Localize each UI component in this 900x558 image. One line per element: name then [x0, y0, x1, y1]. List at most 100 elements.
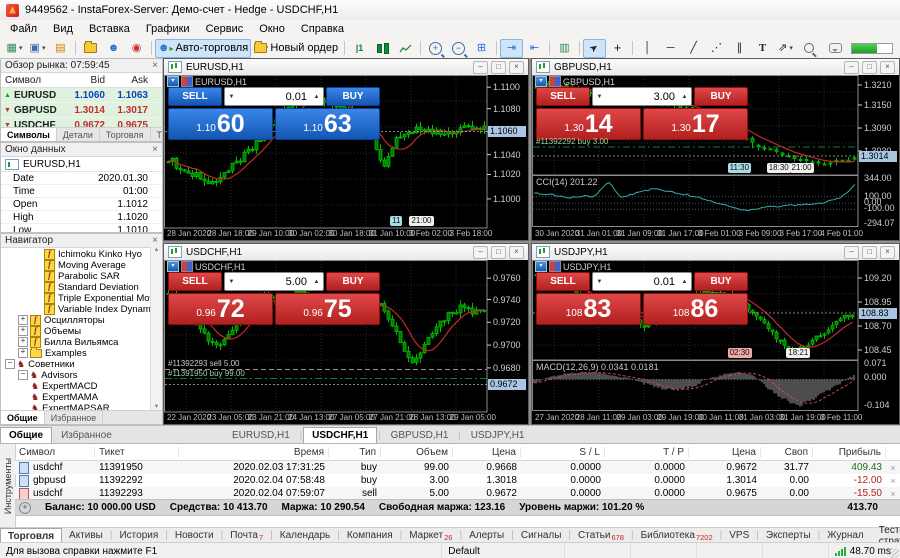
navigator-item-Советники[interactable]: −♞Советники [1, 359, 151, 369]
bottom-tab-Алерты[interactable]: Алерты [462, 528, 511, 543]
buy-button[interactable]: BUY [326, 272, 380, 291]
volume-box[interactable]: ▼0.01▲ [592, 272, 692, 291]
volume-box[interactable]: ▼5.00▲ [224, 272, 324, 291]
volume-down-icon[interactable]: ▼ [225, 279, 238, 285]
menu-item-Файл[interactable]: Файл [2, 22, 45, 36]
profiles[interactable]: ▣▾ [26, 39, 49, 58]
expand-icon[interactable]: + [18, 326, 28, 336]
collapse-icon[interactable]: − [5, 359, 15, 369]
status-profile[interactable]: Default [442, 543, 565, 558]
depth-of-market-icon[interactable] [181, 261, 193, 272]
new-order-button[interactable]: +Новый ордер [251, 39, 341, 58]
bottom-tab-Статьи[interactable]: Статьи678 [571, 528, 631, 543]
column-header-Тикет[interactable]: Тикет [95, 447, 179, 458]
navigator-item-Parabolic SAR[interactable]: fParabolic SAR [1, 271, 151, 281]
column-header-Объем[interactable]: Объем [381, 447, 453, 458]
minimize-button[interactable]: – [473, 61, 488, 74]
channel-tool[interactable]: ∥ [728, 39, 751, 58]
column-header-Символ[interactable]: Символ [15, 447, 95, 458]
bottom-tab-Календарь[interactable]: Календарь [273, 528, 337, 543]
column-header-Цена[interactable]: Цена [453, 447, 521, 458]
minimize-button[interactable]: – [844, 246, 859, 259]
order-row-11391950[interactable]: usdchf113919502020.02.03 17:31:25buy99.0… [15, 461, 900, 474]
chart-shift[interactable]: ⇤ [523, 39, 546, 58]
crosshair-tool[interactable]: + [606, 39, 629, 58]
volume-up-icon[interactable]: ▲ [678, 94, 691, 100]
buy-button[interactable]: BUY [694, 87, 748, 106]
menu-item-Вставка[interactable]: Вставка [81, 22, 138, 36]
fibo-tool[interactable]: ⋰ [705, 39, 728, 58]
volume-down-icon[interactable]: ▼ [593, 94, 606, 100]
minimize-button[interactable]: – [473, 246, 488, 259]
navigator-item-Ichimoku Kinko Hyo[interactable]: fIchimoku Kinko Hyo [1, 249, 151, 259]
expand-icon[interactable]: + [18, 315, 28, 325]
column-header-S / L[interactable]: S / L [521, 447, 605, 458]
strategy-tester-button[interactable]: Тестер стратегий [871, 528, 900, 543]
buy-price-button[interactable]: 0.9675 [275, 293, 380, 325]
search-button[interactable] [797, 39, 820, 58]
chart-tab-EURUSD,H1[interactable]: EURUSD,H1 [223, 427, 299, 444]
sell-button[interactable]: SELL [536, 87, 590, 106]
vertical-line-tool[interactable]: │ [636, 39, 659, 58]
menu-item-Сервис[interactable]: Сервис [198, 22, 252, 36]
navigator-scrollbar[interactable]: ▲▼ [150, 247, 162, 410]
navigator-toggle[interactable]: ☻ [102, 39, 125, 58]
maximize-button[interactable]: □ [491, 61, 506, 74]
sell-button[interactable]: SELL [536, 272, 590, 291]
chart-window-titlebar[interactable]: GBPUSD,H1–□× [532, 59, 899, 76]
collapse-icon[interactable]: − [18, 370, 28, 380]
navigator-item-Triple Exponential Movin[interactable]: fTriple Exponential Movin [1, 293, 151, 303]
close-button[interactable]: × [880, 246, 895, 259]
autotrade-button[interactable]: ☻▸Авто-торговля [155, 39, 251, 58]
minimize-button[interactable]: – [844, 61, 859, 74]
chart-canvas-gbpusd[interactable]: ▾GBPUSD,H1SELL▼3.00▲BUY1.30141.30171.321… [532, 75, 899, 240]
close-icon[interactable]: × [152, 236, 158, 246]
order-row-11392292[interactable]: gbpusd113922922020.02.04 07:58:48buy3.00… [15, 474, 900, 487]
market-watch-row-EURUSD[interactable]: ▲EURUSD1.10601.1063 [1, 88, 162, 103]
bottom-tab-VPS[interactable]: VPS [722, 528, 756, 543]
line-chart[interactable] [394, 39, 417, 58]
horizontal-line-tool[interactable]: ─ [659, 39, 682, 58]
trendline-tool[interactable]: ╱ [682, 39, 705, 58]
expand-icon[interactable]: + [18, 348, 28, 358]
navigator-tab-Избранное[interactable]: Избранное [45, 411, 104, 424]
bottom-tab-Почта[interactable]: Почта7 [223, 528, 270, 543]
column-header-Тип[interactable]: Тип [329, 447, 381, 458]
text-tool[interactable]: T [751, 39, 774, 58]
auto-scroll[interactable]: ⇥ [500, 39, 523, 58]
bottom-tab-Торговля[interactable]: Торговля [0, 528, 62, 543]
expand-summary-icon[interactable]: + [19, 502, 31, 514]
tile-windows[interactable]: ⊞ [470, 39, 493, 58]
navigator-item-Examples[interactable]: +Examples [1, 348, 151, 358]
candles-chart[interactable] [371, 39, 394, 58]
mw-col-Символ[interactable]: Символ [1, 75, 61, 86]
buy-price-button[interactable]: 1.1063 [275, 108, 380, 140]
bottom-tab-Эксперты[interactable]: Эксперты [759, 528, 818, 543]
chart-tab-GBPUSD,H1[interactable]: GBPUSD,H1 [382, 427, 458, 444]
one-click-toggle-icon[interactable]: ▾ [167, 76, 179, 87]
chart-canvas-usdchf[interactable]: ▾USDCHF,H1SELL▼5.00▲BUY0.96720.96750.976… [164, 260, 528, 424]
one-click-toggle-icon[interactable]: ▾ [167, 261, 179, 272]
navigator-item-Advisors[interactable]: −♞Advisors [1, 370, 151, 380]
bottom-tab-Компания[interactable]: Компания [340, 528, 400, 543]
navigator-item-ExpertMACD[interactable]: ♞ExpertMACD [1, 381, 151, 391]
buy-price-button[interactable]: 1.3017 [643, 108, 748, 140]
volume-up-icon[interactable]: ▲ [310, 279, 323, 285]
close-order-icon[interactable]: × [886, 489, 900, 499]
close-button[interactable]: × [509, 61, 524, 74]
navigator-item-Moving Average[interactable]: fMoving Average [1, 260, 151, 270]
market-watch-tab-Детали[interactable]: Детали [57, 128, 100, 141]
column-header-Своп[interactable]: Своп [761, 447, 813, 458]
bars-chart[interactable]: |1 [348, 39, 371, 58]
sell-price-button[interactable]: 0.9672 [168, 293, 273, 325]
depth-of-market-icon[interactable] [181, 76, 193, 87]
bottom-tab-Сигналы[interactable]: Сигналы [514, 528, 569, 543]
navigator-item-ExpertMAMA[interactable]: ♞ExpertMAMA [1, 392, 151, 402]
bottom-tab-Журнал[interactable]: Журнал [820, 528, 871, 543]
maximize-button[interactable]: □ [862, 61, 877, 74]
close-order-icon[interactable]: × [886, 476, 900, 486]
market-watch-tab-Тик[interactable]: Тик [151, 128, 163, 141]
navigator-bottom-tab-Избранное[interactable]: Избранное [52, 427, 121, 444]
sell-button[interactable]: SELL [168, 87, 222, 106]
zoom-in[interactable]: + [424, 39, 447, 58]
